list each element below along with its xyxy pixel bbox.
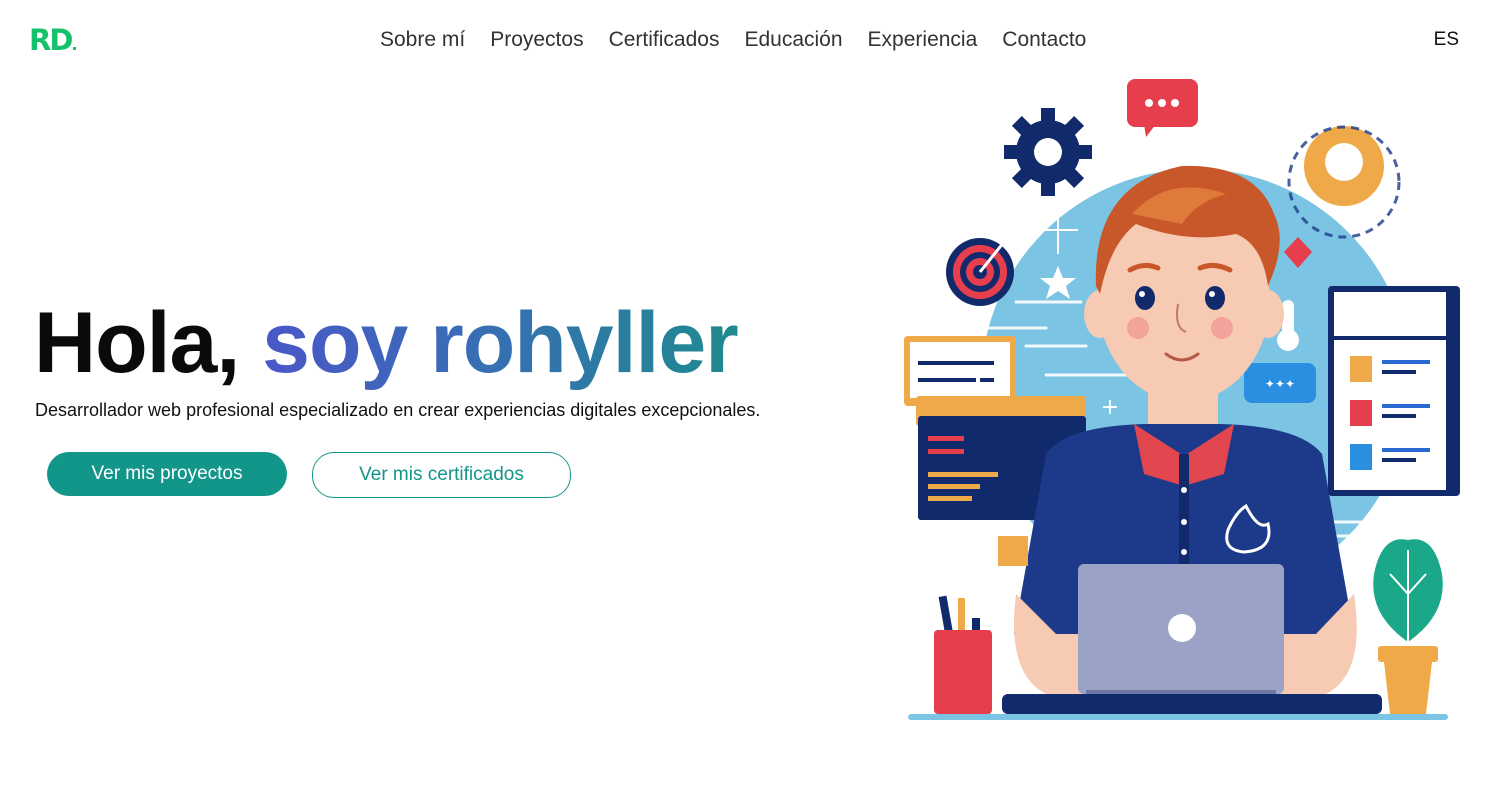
hero-title: Hola, soy rohyller [34,295,739,391]
password-pill-icon: ✦✦✦ [1244,363,1316,403]
navbar: RD Sobre mí Proyectos Certificados Educa… [0,0,1495,80]
hero-subtitle: Desarrollador web profesional especializ… [35,400,761,420]
logo-dot [73,47,77,50]
nav-link-experiencia[interactable]: Experiencia [868,28,978,51]
svg-text:✦✦✦: ✦✦✦ [1265,377,1295,391]
hero-name: soy rohyller [262,295,739,391]
hero-greeting: Hola, [34,295,240,391]
hero-illustration: ✦✦✦ + [904,79,1460,720]
view-certificates-button[interactable]: Ver mis certificados [312,452,571,498]
nav-link-educacion[interactable]: Educación [744,28,842,51]
logo-text: RD [29,23,73,57]
nav-link-sobre-mi[interactable]: Sobre mí [380,28,465,51]
view-projects-button[interactable]: Ver mis proyectos [47,452,287,496]
pencil-cup-icon [934,595,992,714]
nav-link-contacto[interactable]: Contacto [1002,28,1086,51]
location-pin-icon [1287,125,1401,239]
plant-icon [1373,539,1443,714]
plus-sign: + [1101,395,1119,420]
gear-icon [1004,108,1092,196]
site-logo[interactable]: RD [29,22,77,58]
chat-bubble-icon [1127,79,1198,137]
nav-links: Sobre mí Proyectos Certificados Educació… [380,27,1086,53]
orange-square [998,536,1028,566]
nav-link-certificados[interactable]: Certificados [609,28,720,51]
desk-line [908,714,1448,720]
language-switcher[interactable]: ES [1434,29,1459,51]
document-icon [1328,286,1460,496]
nav-link-proyectos[interactable]: Proyectos [490,28,583,51]
